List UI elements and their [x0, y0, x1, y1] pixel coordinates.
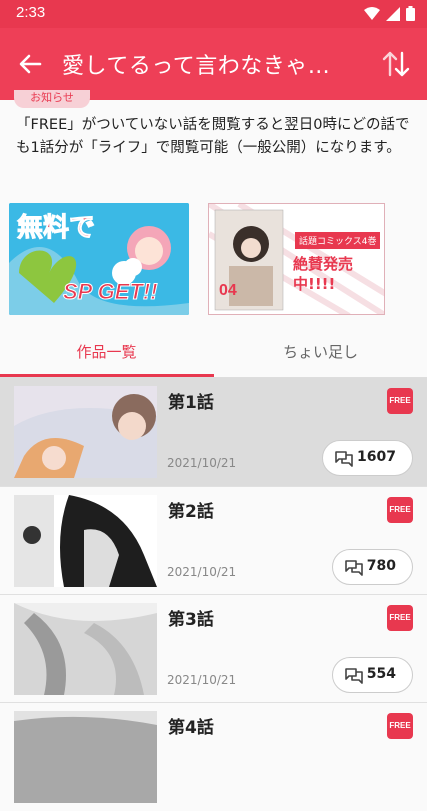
banner-free-sp-subtext: SP GET!!: [63, 279, 159, 305]
free-badge: FREE: [387, 388, 413, 414]
banner-free-sp-heading: 無料で: [16, 213, 96, 244]
episode-title: 第1話: [168, 393, 214, 413]
tab-bar: 作品一覧 ちょい足し: [0, 332, 427, 378]
episode-row-3[interactable]: 第3話 2021/10/21 FREE 554: [0, 595, 427, 703]
episode-date: 2021/10/21: [167, 565, 237, 579]
comments-button[interactable]: 1607: [322, 440, 413, 476]
banner-comics-headline: 絶賛発売中!!!!: [293, 255, 354, 293]
comment-icon: [335, 451, 353, 467]
battery-icon: [406, 6, 415, 21]
episode-thumbnail: [14, 603, 157, 695]
episode-title: 第3話: [168, 610, 214, 630]
banner-comics[interactable]: 04 話題コミックス4巻 絶賛発売中!!!!: [208, 203, 385, 315]
episode-row-4[interactable]: 第4話 FREE: [0, 703, 427, 811]
sort-order-icon[interactable]: [381, 48, 411, 80]
notice-text: 「FREE」がついていない話を閲覧すると翌日0時にどの話でも1話分が「ライフ」で…: [16, 117, 410, 156]
free-badge: FREE: [387, 497, 413, 523]
episode-title: 第2話: [168, 502, 214, 522]
banner-comics-volume: 04: [219, 282, 237, 299]
status-time: 2:33: [16, 4, 46, 21]
signal-icon: [386, 6, 400, 21]
banner-free-sp[interactable]: 無料で SP GET!!: [9, 203, 189, 315]
episode-thumbnail: [14, 711, 157, 803]
comments-button[interactable]: 780: [332, 549, 413, 585]
comment-count: 1607: [357, 449, 396, 465]
banner-comics-tag: 話題コミックス4巻: [295, 232, 381, 249]
wifi-icon: [364, 6, 380, 20]
free-badge: FREE: [387, 605, 413, 631]
episode-title: 第4話: [168, 718, 214, 738]
episode-thumbnail: [14, 386, 157, 478]
comment-icon: [345, 560, 363, 576]
comment-icon: [345, 668, 363, 684]
tab-choi-tashi[interactable]: ちょい足し: [214, 332, 427, 378]
episode-date: 2021/10/21: [167, 673, 237, 687]
episode-row-1[interactable]: 第1話 2021/10/21 FREE 1607: [0, 378, 427, 486]
free-badge: FREE: [387, 713, 413, 739]
status-bar: 2:33: [0, 0, 427, 28]
episode-row-2[interactable]: 第2話 2021/10/21 FREE 780: [0, 487, 427, 595]
comments-button[interactable]: 554: [332, 657, 413, 693]
episode-date: 2021/10/21: [167, 456, 237, 470]
notice-tag: お知らせ: [14, 90, 90, 108]
episode-thumbnail: [14, 495, 157, 587]
comment-count: 554: [366, 666, 396, 682]
tab-episode-list[interactable]: 作品一覧: [0, 332, 213, 378]
page-title: 愛してるって言わなきゃ…: [62, 54, 331, 79]
back-arrow-icon[interactable]: [14, 48, 46, 80]
status-icons: [364, 6, 415, 21]
comment-count: 780: [366, 558, 396, 574]
